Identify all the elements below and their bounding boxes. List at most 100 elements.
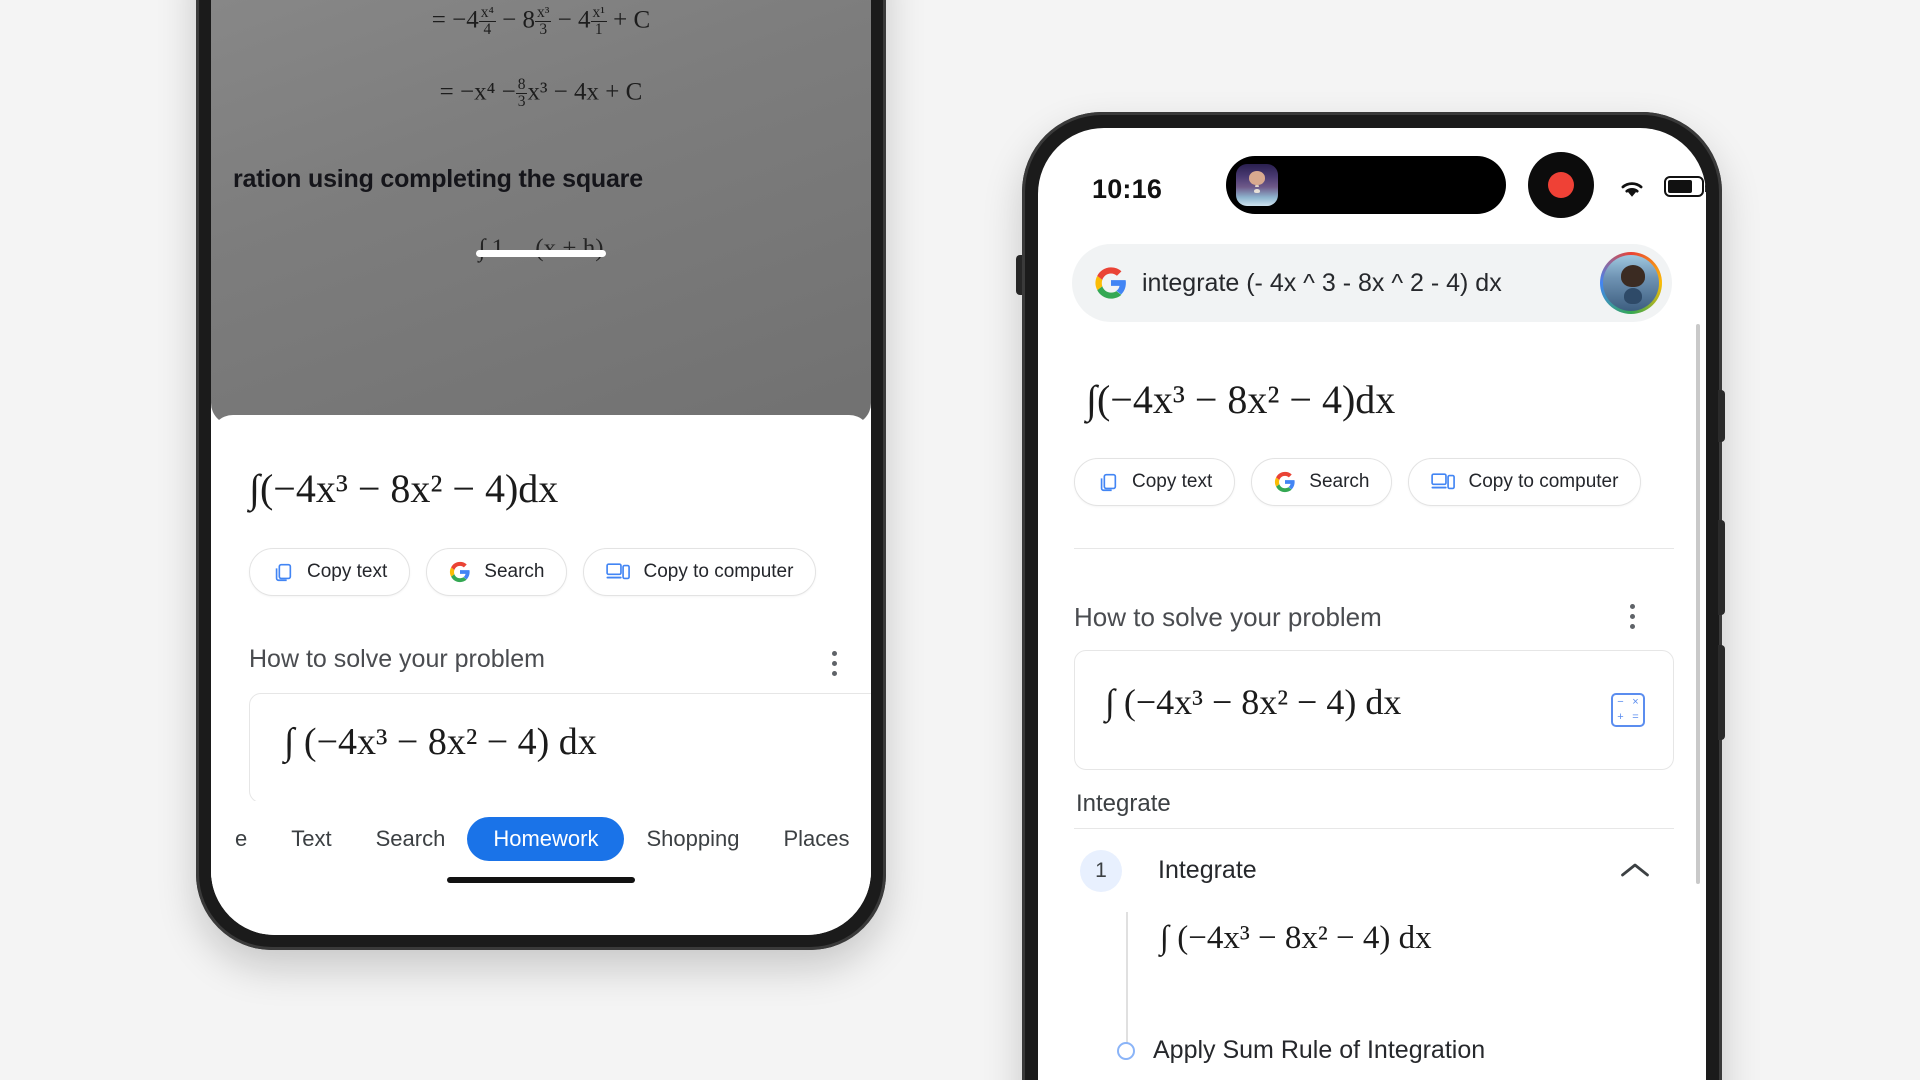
right-phone-volume-up[interactable] <box>1718 520 1725 615</box>
google-g-icon <box>450 561 470 583</box>
screenshot-root: = −4 ∫ x³ dx − 8 ∫ x² dx − 4 ∫ 1 dx = −4… <box>0 0 1920 1080</box>
scanned-caption: ration using completing the square <box>233 165 643 193</box>
tab-search[interactable]: Search <box>354 826 468 852</box>
recognized-equation: ∫(−4x³ − 8x² − 4)dx <box>1086 377 1396 422</box>
step-title: Integrate <box>1158 856 1257 884</box>
problem-card-equation: ∫ (−4x³ − 8x² − 4) dx <box>1105 682 1402 722</box>
eq3-fraction: 83 <box>515 76 528 111</box>
copy-icon <box>275 563 292 582</box>
eq3-suffix: x³ − 4x + C <box>527 78 643 106</box>
search-chip-label: Search <box>1309 471 1370 492</box>
tab-shopping[interactable]: Shopping <box>624 826 761 852</box>
left-phone-device: = −4 ∫ x³ dx − 8 ∫ x² dx − 4 ∫ 1 dx = −4… <box>196 0 886 950</box>
scanned-equation-line-4: ∫ 1 ... (x + h) <box>478 235 604 262</box>
dynamic-island[interactable] <box>1226 156 1506 214</box>
bottom-tab-bar: e Text Search Homework Shopping Places <box>211 801 871 877</box>
copy-to-computer-chip-label: Copy to computer <box>1468 471 1619 492</box>
tab-places[interactable]: Places <box>761 826 871 852</box>
calc-times: × <box>1632 696 1639 708</box>
eq2-f2-num: x³ <box>535 4 552 23</box>
step-header-row[interactable]: 1 Integrate <box>1074 848 1674 904</box>
scanned-equation-line-3: = −x⁴ −8 3 x³ − 4x + C <box>211 76 871 111</box>
problem-card[interactable]: ∫ (−4x³ − 8x² − 4) dx − × + = <box>1074 650 1674 770</box>
problem-card[interactable]: ∫ (−4x³ − 8x² − 4) dx <box>249 693 871 803</box>
method-label: Integrate <box>1076 790 1171 817</box>
eq2-mid: − 8 <box>502 6 535 34</box>
wifi-icon <box>1621 182 1643 197</box>
eq2-fraction-1: x⁴ 4 <box>478 4 496 39</box>
home-indicator[interactable] <box>447 877 635 883</box>
divider-top <box>1074 548 1674 549</box>
results-sheet: ∫(−4x³ − 8x² − 4)dx Copy text Search Cop… <box>211 415 871 935</box>
eq2-f1-num: x⁴ <box>478 4 496 23</box>
calc-equals: = <box>1632 711 1639 723</box>
search-query-text: integrate (- 4x ^ 3 - 8x ^ 2 - 4) dx <box>1142 268 1502 297</box>
substep-row[interactable]: Apply Sum Rule of Integration <box>1117 1036 1486 1065</box>
user-avatar[interactable] <box>1600 252 1662 314</box>
eq2-f3-den: 1 <box>594 21 603 39</box>
action-chip-row: Copy text Search Copy to computer <box>249 548 817 596</box>
right-phone-volume-down[interactable] <box>1718 645 1725 740</box>
divider-steps <box>1074 828 1674 829</box>
kebab-menu-icon[interactable] <box>1630 604 1635 629</box>
step-equation: ∫ (−4x³ − 8x² − 4) dx <box>1160 920 1432 956</box>
recognized-equation: ∫(−4x³ − 8x² − 4)dx <box>249 466 559 511</box>
eq3-f-den: 3 <box>517 93 526 111</box>
calc-minus: − <box>1617 696 1624 708</box>
eq3-f-num: 8 <box>515 76 528 95</box>
copy-icon <box>1100 473 1117 492</box>
substep-label: Apply Sum Rule of Integration <box>1153 1036 1486 1064</box>
search-chip-label: Search <box>484 561 545 582</box>
battery-icon <box>1664 176 1706 197</box>
eq2-fraction-2: x³ 3 <box>535 4 552 39</box>
right-phone-side-button-1[interactable] <box>1718 390 1725 442</box>
copy-text-chip[interactable]: Copy text <box>1074 458 1236 506</box>
eq2-f1-den: 4 <box>483 21 492 39</box>
status-time: 10:16 <box>1092 174 1163 204</box>
circle-marker <box>1117 1041 1135 1060</box>
status-bar: 10:16 <box>1038 128 1706 230</box>
eq2-suffix: + C <box>613 6 651 34</box>
step-rail <box>1126 912 1128 1052</box>
eq3-prefix: = −x⁴ − <box>439 78 516 106</box>
step-number-badge: 1 <box>1080 850 1122 892</box>
copy-to-computer-chip-label: Copy to computer <box>643 561 794 582</box>
copy-text-chip-label: Copy text <box>307 561 388 582</box>
dynamic-island-thumbnail <box>1236 164 1278 206</box>
eq2-f2-den: 3 <box>539 21 548 39</box>
eq2-fraction-3: x¹ 1 <box>590 4 607 39</box>
tab-homework[interactable]: Homework <box>467 817 625 861</box>
devices-icon <box>606 563 631 580</box>
eq2-f3-num: x¹ <box>590 4 607 23</box>
record-dot-icon[interactable] <box>1528 152 1594 218</box>
left-phone-screen: = −4 ∫ x³ dx − 8 ∫ x² dx − 4 ∫ 1 dx = −4… <box>211 0 871 935</box>
tab-translate-partial[interactable]: e <box>213 826 269 852</box>
eq2-mid2: − 4 <box>557 6 591 34</box>
right-phone-screen: 10:16 integrate (- 4x ^ 3 - 8x ^ 2 - 4) … <box>1038 128 1706 1080</box>
vertical-scrollbar[interactable] <box>1696 324 1700 884</box>
copy-text-chip[interactable]: Copy text <box>249 548 411 596</box>
search-bar[interactable]: integrate (- 4x ^ 3 - 8x ^ 2 - 4) dx <box>1072 244 1672 322</box>
search-chip[interactable]: Search <box>1251 458 1393 506</box>
copy-to-computer-chip[interactable]: Copy to computer <box>583 548 817 596</box>
calculator-icon[interactable]: − × + = <box>1611 693 1645 727</box>
chevron-up-icon[interactable] <box>1620 860 1650 880</box>
tab-text[interactable]: Text <box>269 826 353 852</box>
action-chip-row: Copy text Search Copy to computer <box>1074 458 1642 506</box>
google-g-icon <box>1095 267 1126 299</box>
calc-plus: + <box>1617 711 1624 723</box>
sheet-drag-handle[interactable] <box>476 250 606 257</box>
kebab-menu-icon[interactable] <box>832 651 837 676</box>
right-phone-device: 10:16 integrate (- 4x ^ 3 - 8x ^ 2 - 4) … <box>1022 112 1722 1080</box>
problem-card-equation: ∫ (−4x³ − 8x² − 4) dx <box>284 721 597 763</box>
copy-text-chip-label: Copy text <box>1132 471 1213 492</box>
devices-icon <box>1431 473 1456 490</box>
search-chip[interactable]: Search <box>426 548 568 596</box>
scanned-equation-line-2: = −4 x⁴ 4 − 8 x³ 3 − 4 x¹ 1 + C <box>211 4 871 39</box>
copy-to-computer-chip[interactable]: Copy to computer <box>1408 458 1642 506</box>
how-to-solve-title: How to solve your problem <box>1074 602 1382 632</box>
how-to-solve-title: How to solve your problem <box>249 645 545 673</box>
eq2-prefix: = −4 <box>431 6 479 34</box>
google-g-icon <box>1275 471 1295 493</box>
camera-viewfinder[interactable]: = −4 ∫ x³ dx − 8 ∫ x² dx − 4 ∫ 1 dx = −4… <box>211 0 871 425</box>
